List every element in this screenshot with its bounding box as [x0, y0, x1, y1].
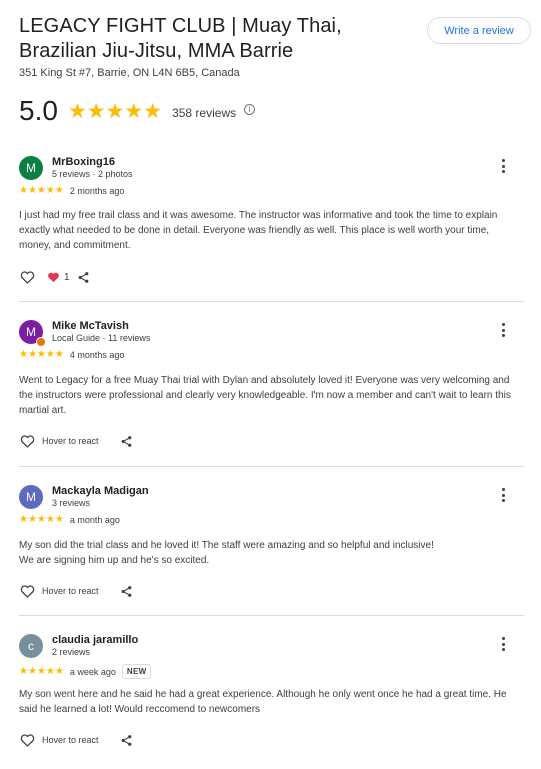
review-text: Went to Legacy for a free Muay Thai tria… — [19, 375, 511, 416]
share-icon[interactable] — [76, 269, 92, 285]
write-review-button[interactable]: Write a review — [427, 17, 531, 44]
review-card: c claudia jaramillo 2 reviews ★★★★★ a we… — [19, 634, 524, 764]
reviewer-meta: 2 reviews — [52, 647, 91, 657]
review-date: a month ago — [69, 514, 120, 525]
reviewer-name[interactable]: Mackayla Madigan — [52, 485, 149, 497]
reviewer-name[interactable]: MrBoxing16 — [52, 156, 115, 168]
avatar[interactable]: c — [19, 634, 43, 658]
review-card: M MrBoxing16 5 reviews · 2 photos ★★★★★ … — [19, 156, 524, 296]
place-title: LEGACY FIGHT CLUB | Muay Thai, Brazilian… — [19, 14, 419, 64]
rating-value: 5.0 — [19, 95, 58, 126]
review-rating-line: ★★★★★ a month ago — [19, 514, 120, 525]
review-card: M Mackayla Madigan 3 reviews ★★★★★ a mon… — [19, 485, 524, 610]
review-card: M Mike McTavish Local Guide · 11 reviews… — [19, 320, 524, 460]
avatar[interactable]: M — [19, 320, 46, 347]
share-icon[interactable] — [119, 732, 135, 748]
reaction-count: 1 — [64, 271, 70, 283]
star-icon: ★★★★★ — [67, 99, 163, 123]
review-stars: ★★★★★ — [19, 514, 64, 525]
place-title-line-2: Brazilian Jiu-Jitsu, MMA Barrie — [19, 40, 294, 62]
review-rating-line: ★★★★★ a week ago NEW — [19, 664, 152, 679]
more-options-icon[interactable] — [498, 157, 508, 175]
place-header: LEGACY FIGHT CLUB | Muay Thai, Brazilian… — [19, 14, 419, 79]
info-icon[interactable]: i — [244, 103, 256, 115]
review-date: 2 months ago — [69, 185, 125, 196]
review-date: a week ago — [69, 666, 116, 677]
review-divider — [19, 301, 524, 302]
review-actions: 1 — [19, 269, 92, 285]
review-rating-line: ★★★★★ 4 months ago — [19, 349, 124, 360]
review-stars: ★★★★★ — [19, 666, 64, 677]
review-date: 4 months ago — [69, 349, 125, 360]
share-icon[interactable] — [119, 433, 135, 449]
review-text-line: My son did the trial class and he loved … — [19, 540, 434, 551]
review-actions: Hover to react — [19, 732, 135, 748]
review-text: My son went here and he said he had a gr… — [19, 689, 507, 715]
reviewer-meta: 5 reviews · 2 photos — [52, 169, 133, 179]
reviewer-name[interactable]: Mike McTavish — [52, 320, 129, 332]
like-heart-icon[interactable] — [19, 269, 35, 285]
like-heart-icon[interactable] — [19, 732, 35, 748]
review-text: My son did the trial class and he loved … — [19, 538, 514, 568]
review-stars: ★★★★★ — [19, 185, 64, 196]
like-heart-icon[interactable] — [19, 583, 35, 599]
hover-to-react-label[interactable]: Hover to react — [42, 436, 99, 446]
rating-summary: 5.0 ★★★★★ 358 reviews i — [19, 95, 256, 126]
hover-to-react-label[interactable]: Hover to react — [42, 735, 99, 745]
review-text: I just had my free trail class and it wa… — [19, 210, 498, 251]
new-badge: NEW — [121, 664, 152, 679]
review-count: 358 reviews — [172, 105, 237, 120]
more-options-icon[interactable] — [498, 321, 508, 339]
reviewer-meta: Local Guide · 11 reviews — [52, 333, 151, 343]
hover-to-react-label[interactable]: Hover to react — [42, 586, 99, 596]
review-actions: Hover to react — [19, 583, 135, 599]
avatar[interactable]: M — [19, 156, 43, 180]
avatar-letter: M — [26, 325, 36, 339]
review-divider — [19, 466, 524, 467]
review-actions: Hover to react — [19, 433, 135, 449]
reviewer-name[interactable]: claudia jaramillo — [52, 634, 138, 646]
like-heart-icon[interactable] — [19, 433, 35, 449]
share-icon[interactable] — [119, 583, 135, 599]
more-options-icon[interactable] — [498, 635, 508, 653]
review-rating-line: ★★★★★ 2 months ago — [19, 185, 124, 196]
review-text-line: We are signing him up and he's so excite… — [19, 555, 210, 566]
place-address: 351 King St #7, Barrie, ON L4N 6B5, Cana… — [19, 67, 240, 79]
reviewer-meta: 3 reviews — [52, 498, 91, 508]
review-stars: ★★★★★ — [19, 349, 64, 360]
review-divider — [19, 615, 524, 616]
heart-reaction-icon[interactable] — [45, 269, 61, 285]
rating-stars: ★★★★★ — [68, 101, 162, 122]
place-title-line-1: LEGACY FIGHT CLUB | Muay Thai, — [19, 15, 342, 37]
more-options-icon[interactable] — [498, 486, 508, 504]
local-guide-badge-icon — [36, 337, 46, 347]
avatar[interactable]: M — [19, 485, 43, 509]
